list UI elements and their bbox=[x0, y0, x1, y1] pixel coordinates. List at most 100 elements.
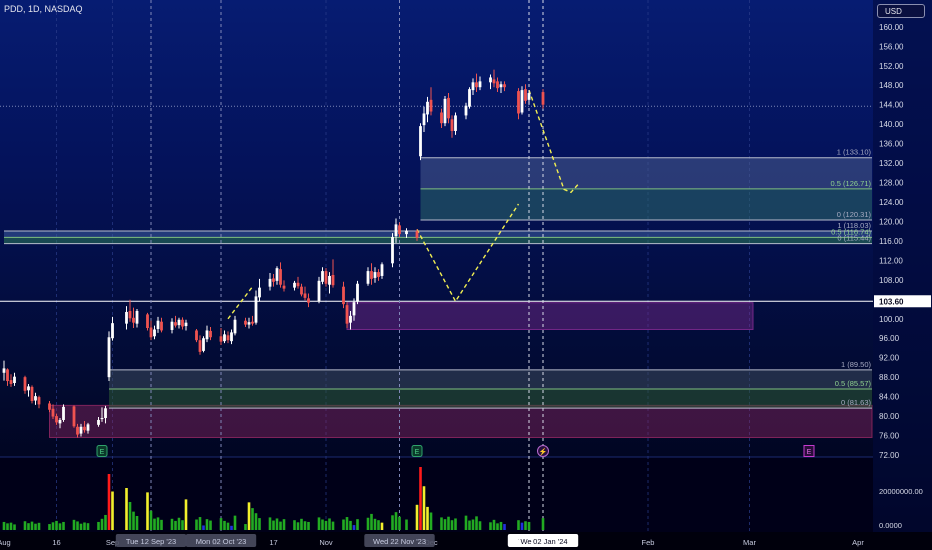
candle-body bbox=[527, 93, 531, 100]
chart-root[interactable]: 1 (133.10) 0.5 (126.71) 0 (120.31) 1 (118.0… bbox=[0, 0, 932, 550]
candle-body bbox=[244, 320, 247, 325]
candle-body bbox=[97, 419, 100, 425]
volume-bar bbox=[370, 513, 373, 530]
volume-bar bbox=[492, 519, 496, 530]
fib-mid-lower-band bbox=[4, 237, 872, 244]
time-axis-label: Nov bbox=[319, 538, 333, 547]
price-tick-label: 124.00 bbox=[879, 198, 904, 207]
volume-bar bbox=[405, 519, 408, 530]
candle-body bbox=[254, 296, 258, 323]
candle-body bbox=[219, 336, 223, 342]
volume-bar bbox=[282, 519, 286, 530]
volume-bar bbox=[541, 518, 545, 530]
candle-body bbox=[426, 101, 429, 115]
volume-bar bbox=[468, 520, 471, 530]
candle-body bbox=[268, 278, 272, 287]
time-axis-label: 16 bbox=[52, 538, 60, 547]
volume-bar bbox=[202, 525, 205, 530]
projected-path-short bbox=[227, 286, 254, 320]
currency-button[interactable]: USD bbox=[877, 4, 925, 18]
candle-body bbox=[233, 319, 237, 334]
volume-bar bbox=[146, 492, 149, 530]
volume-bar bbox=[254, 513, 258, 530]
candle-body bbox=[13, 376, 16, 383]
candle-body bbox=[303, 293, 307, 298]
volume-bar bbox=[160, 519, 163, 530]
candle-body bbox=[251, 321, 254, 324]
candle-body bbox=[443, 98, 447, 124]
candlestick-chart[interactable]: 1 (133.10)0.5 (126.71)0 (120.31)1 (118.0… bbox=[0, 0, 932, 550]
volume-bar bbox=[2, 521, 6, 530]
candle-body bbox=[328, 275, 331, 285]
volume-bar bbox=[223, 520, 226, 530]
price-tick-label: 108.00 bbox=[879, 276, 904, 285]
current-price-tag-label: 103.60 bbox=[879, 297, 904, 306]
candle-body bbox=[324, 271, 328, 284]
candle-body bbox=[352, 302, 356, 316]
volume-bar bbox=[447, 516, 450, 530]
candle-body bbox=[503, 84, 506, 88]
volume-bar bbox=[422, 486, 426, 530]
volume-bar bbox=[51, 522, 55, 530]
volume-bar bbox=[132, 511, 135, 530]
volume-bar bbox=[37, 522, 41, 530]
dividend-marker-icon: ⚡ bbox=[539, 447, 548, 456]
price-tick-label: 88.00 bbox=[879, 373, 900, 382]
volume-bar bbox=[23, 521, 27, 530]
candle-body bbox=[282, 285, 286, 289]
candle-body bbox=[79, 426, 83, 434]
candle-body bbox=[83, 426, 86, 431]
candle-body bbox=[104, 408, 107, 419]
candle-body bbox=[125, 311, 128, 324]
candle-body bbox=[146, 314, 149, 329]
volume-bar bbox=[296, 522, 300, 530]
candle-body bbox=[279, 269, 282, 285]
candle-body bbox=[422, 113, 426, 126]
volume-bar bbox=[13, 524, 16, 530]
volume-bar bbox=[478, 521, 482, 530]
candle-body bbox=[6, 369, 9, 382]
candle-body bbox=[205, 330, 209, 340]
volume-bar bbox=[55, 520, 58, 530]
volume-bar bbox=[268, 517, 272, 530]
candle-body bbox=[226, 335, 230, 341]
candle-body bbox=[177, 319, 181, 326]
price-tick-label: 140.00 bbox=[879, 120, 904, 129]
price-tick-label: 156.00 bbox=[879, 42, 904, 51]
candle-body bbox=[23, 377, 27, 391]
volume-bar bbox=[244, 524, 247, 530]
volume-bar bbox=[128, 502, 132, 530]
fib-upper-lower-band bbox=[420, 188, 872, 220]
candle-body bbox=[405, 230, 408, 235]
candle-body bbox=[128, 310, 132, 319]
candle-body bbox=[356, 283, 359, 302]
volume-bar bbox=[107, 474, 111, 530]
candle-body bbox=[230, 332, 233, 342]
candle-body bbox=[478, 81, 482, 88]
candle-body bbox=[48, 403, 51, 410]
candle-body bbox=[51, 408, 55, 417]
candle-body bbox=[111, 323, 114, 339]
candle-body bbox=[377, 272, 380, 277]
candle-body bbox=[524, 89, 527, 101]
volume-bar bbox=[156, 517, 160, 530]
price-tick-label: 112.00 bbox=[879, 256, 903, 265]
volume-bar bbox=[125, 488, 128, 530]
purple-supply-zone bbox=[346, 302, 754, 330]
candle-body bbox=[72, 406, 76, 427]
fib-upper-label-1: 1 (133.10) bbox=[837, 148, 872, 157]
volume-bar bbox=[352, 525, 356, 530]
volume-bar bbox=[104, 514, 107, 530]
volume-bar bbox=[100, 518, 104, 530]
volume-bar bbox=[62, 521, 65, 530]
candle-body bbox=[471, 82, 475, 91]
price-tick-label: 84.00 bbox=[879, 393, 900, 402]
volume-bar bbox=[198, 517, 202, 530]
time-axis-label: Mar bbox=[743, 538, 756, 547]
volume-bar bbox=[342, 519, 345, 530]
candle-body bbox=[184, 322, 188, 327]
volume-bar bbox=[135, 516, 139, 530]
price-tick-label: 76.00 bbox=[879, 432, 900, 441]
volume-bar bbox=[258, 518, 261, 530]
volume-bar bbox=[230, 525, 233, 530]
